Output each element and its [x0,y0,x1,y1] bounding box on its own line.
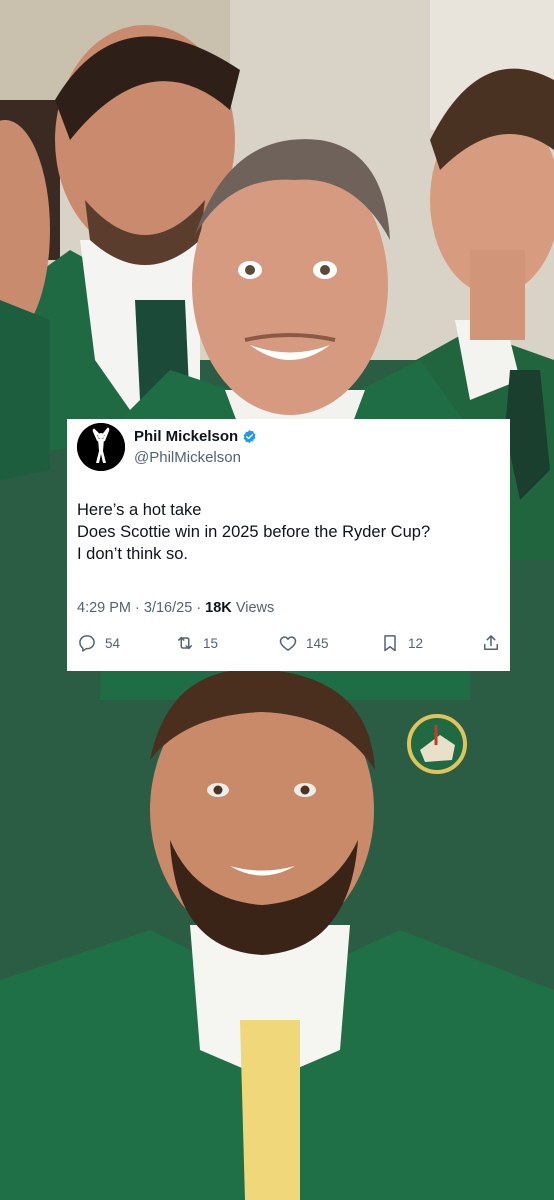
meta-separator: · [135,600,144,616]
bookmark-count: 12 [408,635,424,651]
bookmark-icon [384,635,396,652]
author-name-row[interactable]: Phil Mickelson [134,428,257,445]
bookmark-button[interactable]: 12 [380,633,423,653]
repost-count: 15 [203,635,219,651]
share-button[interactable] [481,633,501,653]
tweet-date[interactable]: 3/16/25 [144,600,192,616]
share-icon [484,635,498,650]
display-name[interactable]: Phil Mickelson [134,428,238,445]
like-count: 145 [306,635,329,651]
author-handle[interactable]: @PhilMickelson [134,449,241,466]
golfer-silhouette-icon [77,423,125,471]
heart-icon [279,636,297,651]
views-count: 18K [205,600,232,616]
avatar[interactable] [77,423,125,471]
tweet-text-line: Here’s a hot take [77,501,202,519]
tweet-actions: 54 15 145 12 [67,633,510,659]
verified-badge-icon [242,429,257,444]
like-button[interactable]: 145 [278,633,329,653]
tweet-time[interactable]: 4:29 PM [77,600,131,616]
meta-separator: · [196,600,206,616]
reply-count: 54 [105,635,121,651]
views-label: Views [235,600,275,616]
repost-icon [178,636,192,650]
reply-button[interactable]: 54 [77,633,120,653]
repost-button[interactable]: 15 [175,633,218,653]
tweet-text-line: Does Scottie win in 2025 before the Ryde… [77,523,431,541]
reply-icon [79,635,95,652]
tweet-card[interactable]: Phil Mickelson @PhilMickelson Here’s a h… [67,419,510,671]
tweet-text-line: I don’t think so. [77,545,188,563]
tweet-text: Here’s a hot take Does Scottie win in 20… [77,499,500,565]
tweet-meta: 4:29 PM · 3/16/25 · 18K Views [77,600,274,616]
